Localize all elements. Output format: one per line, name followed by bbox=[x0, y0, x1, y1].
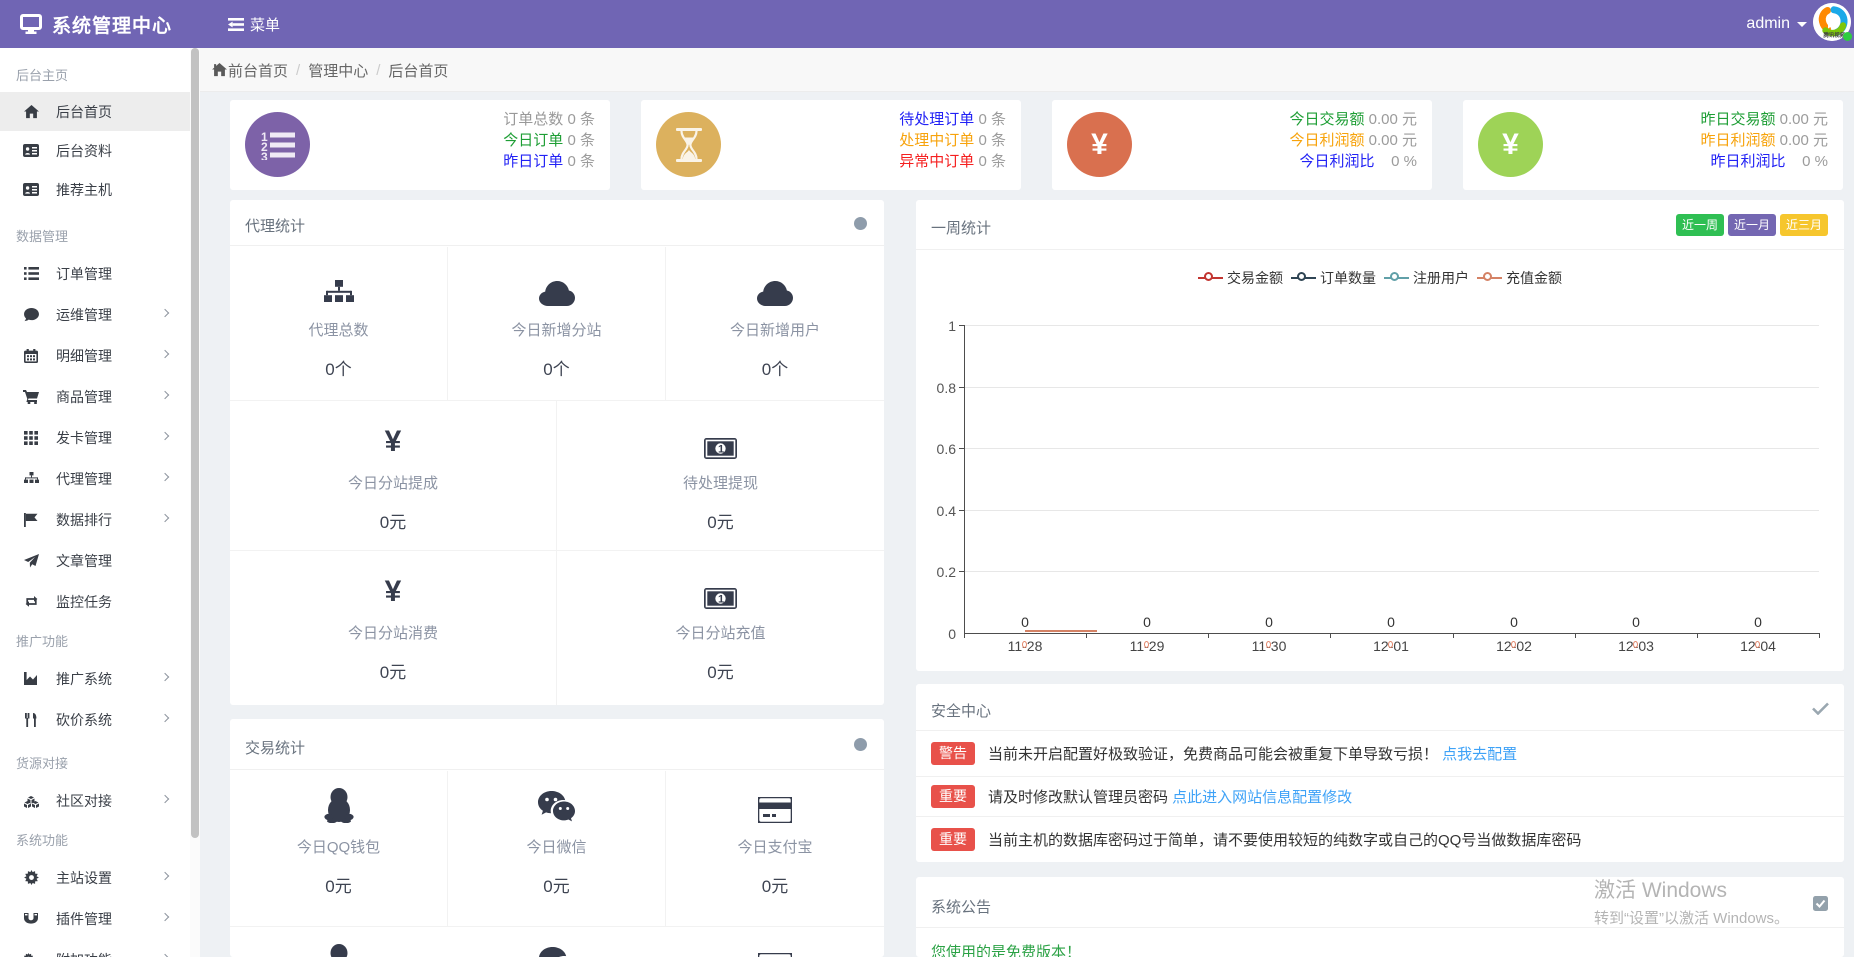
svg-text:1: 1 bbox=[718, 444, 724, 456]
svg-text:1: 1 bbox=[718, 594, 724, 606]
svg-text:3: 3 bbox=[261, 150, 268, 160]
